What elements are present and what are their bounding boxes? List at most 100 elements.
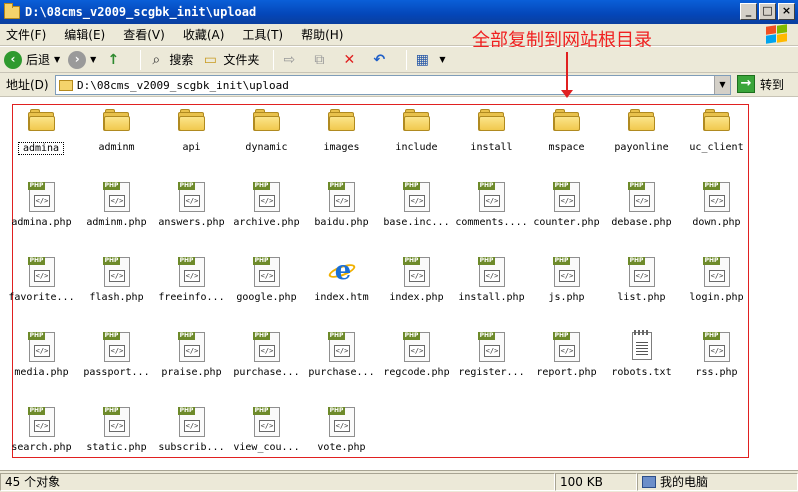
folder-icon (478, 109, 506, 131)
folder-item[interactable]: adminm (79, 105, 154, 175)
maximize-button[interactable]: □ (759, 3, 776, 20)
chevron-down-icon[interactable]: ▼ (54, 55, 60, 64)
folder-item[interactable]: dynamic (229, 105, 304, 175)
folder-item[interactable]: mspace (529, 105, 604, 175)
file-item[interactable]: PHP </> down.php (679, 180, 754, 250)
menu-file[interactable]: 文件(F) (6, 26, 46, 43)
file-item[interactable]: PHP </> baidu.php (304, 180, 379, 250)
close-button[interactable]: × (778, 3, 795, 20)
menu-help[interactable]: 帮助(H) (301, 26, 343, 43)
folders-button[interactable]: ▭ 文件夹 (201, 51, 260, 69)
up-folder-button[interactable]: ↑ (104, 51, 126, 69)
back-button[interactable]: ‹ 后退 ▼ (4, 50, 60, 69)
file-item[interactable]: PHP </> admina.php (4, 180, 79, 250)
file-item[interactable]: PHP </> answers.php (154, 180, 229, 250)
file-item[interactable]: PHP </> report.php (529, 330, 604, 400)
up-arrow-icon: ↑ (107, 51, 120, 68)
folder-icon (703, 109, 731, 131)
file-item[interactable]: PHP </> login.php (679, 255, 754, 325)
file-name: login.php (689, 292, 744, 303)
folder-item[interactable]: api (154, 105, 229, 175)
file-name: passport... (83, 367, 150, 378)
file-item[interactable]: PHP </> view_cou... (229, 405, 304, 475)
delete-button[interactable]: ✕ (340, 51, 362, 69)
chevron-down-icon[interactable]: ▼ (714, 76, 730, 94)
file-item[interactable]: PHP </> rss.php (679, 330, 754, 400)
php-file-icon: PHP </> (478, 332, 505, 362)
php-file-icon: PHP </> (253, 407, 280, 437)
views-button[interactable]: ▦ ▼ (413, 51, 446, 69)
menu-view[interactable]: 查看(V) (123, 26, 165, 43)
file-item[interactable]: PHP </> static.php (79, 405, 154, 475)
folders-label: 文件夹 (223, 53, 260, 67)
php-file-icon: PHP </> (478, 257, 505, 287)
file-item[interactable]: e index.htm (304, 255, 379, 325)
folder-item[interactable]: include (379, 105, 454, 175)
file-item[interactable]: robots.txt (604, 330, 679, 400)
minimize-button[interactable]: _ (740, 3, 757, 20)
file-item[interactable]: PHP </> freeinfo... (154, 255, 229, 325)
file-item[interactable]: PHP </> counter.php (529, 180, 604, 250)
toolbar: ‹ 后退 ▼ › ▼ ↑ ⌕ 搜索 ▭ 文件夹 ⇨ ⧉ ✕ ↶ ▦ ▼ (0, 47, 798, 73)
folder-icon (178, 109, 206, 131)
file-item[interactable]: PHP </> favorite... (4, 255, 79, 325)
file-item[interactable]: PHP </> js.php (529, 255, 604, 325)
folder-icon (403, 109, 431, 131)
folder-item[interactable]: images (304, 105, 379, 175)
file-item[interactable]: PHP </> index.php (379, 255, 454, 325)
menu-edit[interactable]: 编辑(E) (64, 26, 105, 43)
file-name: dynamic (245, 142, 288, 153)
file-item[interactable]: PHP </> list.php (604, 255, 679, 325)
menu-bar: 文件(F) 编辑(E) 查看(V) 收藏(A) 工具(T) 帮助(H) (0, 24, 798, 46)
file-item[interactable]: PHP </> purchase... (304, 330, 379, 400)
file-item[interactable]: PHP </> media.php (4, 330, 79, 400)
file-item[interactable]: PHP </> purchase... (229, 330, 304, 400)
address-input[interactable]: D:\08cms_v2009_scgbk_init\upload ▼ (55, 75, 731, 95)
go-button[interactable]: → 转到 (737, 75, 784, 93)
file-item[interactable]: PHP </> regcode.php (379, 330, 454, 400)
file-item[interactable]: PHP </> base.inc... (379, 180, 454, 250)
file-name: vote.php (317, 442, 366, 453)
file-item[interactable]: PHP </> register... (454, 330, 529, 400)
file-name: install (470, 142, 513, 153)
file-name: media.php (14, 367, 69, 378)
move-to-icon: ⇨ (283, 51, 296, 68)
menu-tools[interactable]: 工具(T) (242, 26, 283, 43)
php-file-icon: PHP </> (103, 407, 130, 437)
undo-button[interactable]: ↶ (370, 51, 392, 69)
folder-item[interactable]: payonline (604, 105, 679, 175)
file-name: answers.php (158, 217, 225, 228)
file-item[interactable]: PHP </> google.php (229, 255, 304, 325)
file-item[interactable]: PHP </> praise.php (154, 330, 229, 400)
file-item[interactable]: PHP </> flash.php (79, 255, 154, 325)
file-name: google.php (236, 292, 297, 303)
file-name: purchase... (233, 367, 300, 378)
menu-favorites[interactable]: 收藏(A) (183, 26, 225, 43)
file-name: js.php (548, 292, 585, 303)
file-item[interactable]: PHP </> subscrib... (154, 405, 229, 475)
copy-to-button[interactable]: ⧉ (310, 51, 332, 69)
file-item[interactable]: PHP </> archive.php (229, 180, 304, 250)
php-file-icon: PHP </> (103, 332, 130, 362)
move-to-button[interactable]: ⇨ (280, 51, 302, 69)
file-name: regcode.php (383, 367, 450, 378)
folder-item[interactable]: uc_client (679, 105, 754, 175)
chevron-down-icon[interactable]: ▼ (90, 55, 96, 64)
file-item[interactable]: PHP </> install.php (454, 255, 529, 325)
file-item[interactable]: PHP </> search.php (4, 405, 79, 475)
annotation-arrow (566, 52, 568, 92)
folder-item[interactable]: admina (4, 105, 79, 175)
file-name: include (395, 142, 438, 153)
go-arrow-icon: → (737, 75, 755, 93)
file-item[interactable]: PHP </> debase.php (604, 180, 679, 250)
folder-item[interactable]: install (454, 105, 529, 175)
file-item[interactable]: PHP </> vote.php (304, 405, 379, 475)
chevron-down-icon[interactable]: ▼ (439, 55, 445, 64)
file-item[interactable]: PHP </> adminm.php (79, 180, 154, 250)
forward-button[interactable]: › ▼ (68, 50, 96, 69)
search-button[interactable]: ⌕ 搜索 (147, 51, 193, 69)
file-item[interactable]: PHP </> passport... (79, 330, 154, 400)
file-item[interactable]: PHP </> comments.... (454, 180, 529, 250)
title-bar[interactable]: D:\08cms_v2009_scgbk_init\upload _ □ × (0, 0, 798, 24)
file-view[interactable]: admina adminm api dynamic images include insta… (0, 97, 798, 470)
